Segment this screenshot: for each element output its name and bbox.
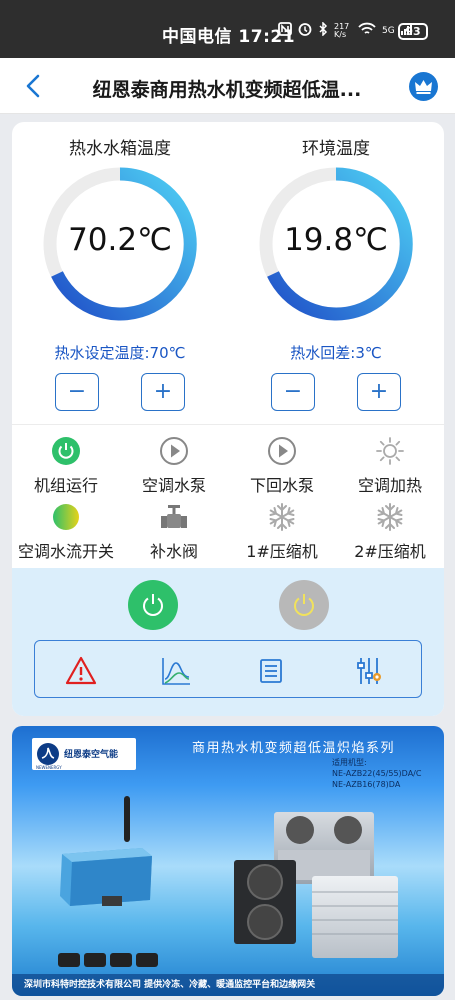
power-icon [143, 594, 163, 616]
heat-pump-black-image [234, 860, 296, 944]
plus-icon: + [153, 379, 173, 404]
trend-chart-button[interactable] [160, 655, 192, 687]
advertisement-banner[interactable]: 纽恩泰空气能 NEWENERGY 商用热水机变频超低温炽焰系列 适用机型: NE… [12, 726, 444, 996]
banner-footer: 深圳市科特时控技术有限公司 提供冷冻、冷藏、暖通监控平台和边缘网关 [12, 974, 444, 996]
flow-switch-icon [51, 502, 81, 532]
main-card: 热水水箱温度 70.2℃ 热水设定温度:70℃ − + 环境温度 19.8℃ 热… [12, 122, 444, 716]
status-icons: 217 K/s 5G [278, 21, 413, 39]
battery-indicator: 93 [398, 23, 428, 40]
return-diff-label: 热水回差:3℃ [290, 344, 382, 362]
snowflake-icon [375, 502, 405, 532]
heat-pump-white-image [312, 876, 398, 958]
back-button[interactable] [22, 72, 46, 100]
bluetooth-icon [318, 21, 328, 39]
title-bar: 纽恩泰商用热水机变频超低温... [0, 58, 455, 114]
pump-icon [267, 436, 297, 466]
power-icon [294, 594, 314, 616]
page-title: 纽恩泰商用热水机变频超低温... [92, 79, 362, 101]
power-on-icon [51, 436, 81, 466]
brand-sub: NEWENERGY [36, 765, 62, 770]
signal-label: 5G [382, 25, 395, 36]
crown-icon [415, 80, 432, 94]
status-ac-flow-switch: 空调水流开关 [12, 502, 120, 562]
snowflake-icon [267, 502, 297, 532]
antenna-image [124, 796, 130, 842]
nfc-icon [278, 22, 292, 39]
carrier-time: 中国电信 17:21 [162, 27, 296, 47]
records-button[interactable] [255, 655, 287, 687]
tank-temp-value: 70.2℃ [68, 222, 172, 258]
banner-title: 商用热水机变频超低温炽焰系列 [192, 741, 396, 756]
app-store-badges [58, 952, 162, 967]
list-icon [260, 659, 282, 683]
return-diff-decrease-button[interactable]: − [271, 373, 315, 411]
chevron-left-icon [26, 74, 40, 98]
line-chart-icon [162, 658, 190, 685]
power-on-button[interactable] [128, 580, 178, 630]
sliders-icon [357, 658, 381, 684]
tank-setpoint-increase-button[interactable]: + [141, 373, 185, 411]
ambient-temp-title: 环境温度 [302, 139, 370, 159]
valve-icon [159, 502, 189, 532]
tank-temp-title: 热水水箱温度 [69, 139, 171, 159]
ambient-temp-value: 19.8℃ [284, 222, 388, 258]
banner-models: 适用机型: NE-AZB22(45/55)DA/C NE-AZB16(78)DA [332, 758, 422, 789]
system-status-bar: 中国电信 17:21 217 K/s 5G 93 [0, 0, 455, 58]
power-off-button[interactable] [279, 580, 329, 630]
sun-icon [375, 436, 405, 466]
plus-icon: + [369, 379, 389, 404]
brand-logo: 纽恩泰空气能 NEWENERGY [32, 738, 136, 770]
tank-temp-gauge: 70.2℃ [40, 164, 200, 324]
brand-logo-icon [37, 743, 59, 765]
brand-name: 纽恩泰空气能 [64, 750, 119, 760]
settings-button[interactable] [353, 655, 385, 687]
gateway-device-image [56, 844, 156, 908]
divider [12, 424, 444, 425]
warning-icon [65, 656, 97, 685]
net-speed: 217 K/s [334, 21, 350, 39]
wifi-icon [358, 22, 376, 39]
ambient-temp-gauge: 19.8℃ [256, 164, 416, 324]
status-ac-pump: 空调水泵 [120, 436, 228, 496]
vip-button[interactable] [409, 72, 438, 101]
minus-icon: − [67, 379, 87, 404]
alarm-button[interactable] [65, 655, 97, 687]
return-diff-increase-button[interactable]: + [357, 373, 401, 411]
status-return-pump: 下回水泵 [228, 436, 336, 496]
status-unit-running: 机组运行 [12, 436, 120, 496]
toolbar [34, 640, 422, 698]
status-ac-heating: 空调加热 [336, 436, 444, 496]
alarm-icon [298, 22, 312, 39]
status-makeup-valve: 补水阀 [120, 502, 228, 562]
minus-icon: − [283, 379, 303, 404]
control-panel [12, 568, 444, 716]
status-compressor-1: 1#压缩机 [228, 502, 336, 562]
status-compressor-2: 2#压缩机 [336, 502, 444, 562]
tank-setpoint-decrease-button[interactable]: − [55, 373, 99, 411]
tank-setpoint-label: 热水设定温度:70℃ [54, 344, 186, 362]
pump-icon [159, 436, 189, 466]
